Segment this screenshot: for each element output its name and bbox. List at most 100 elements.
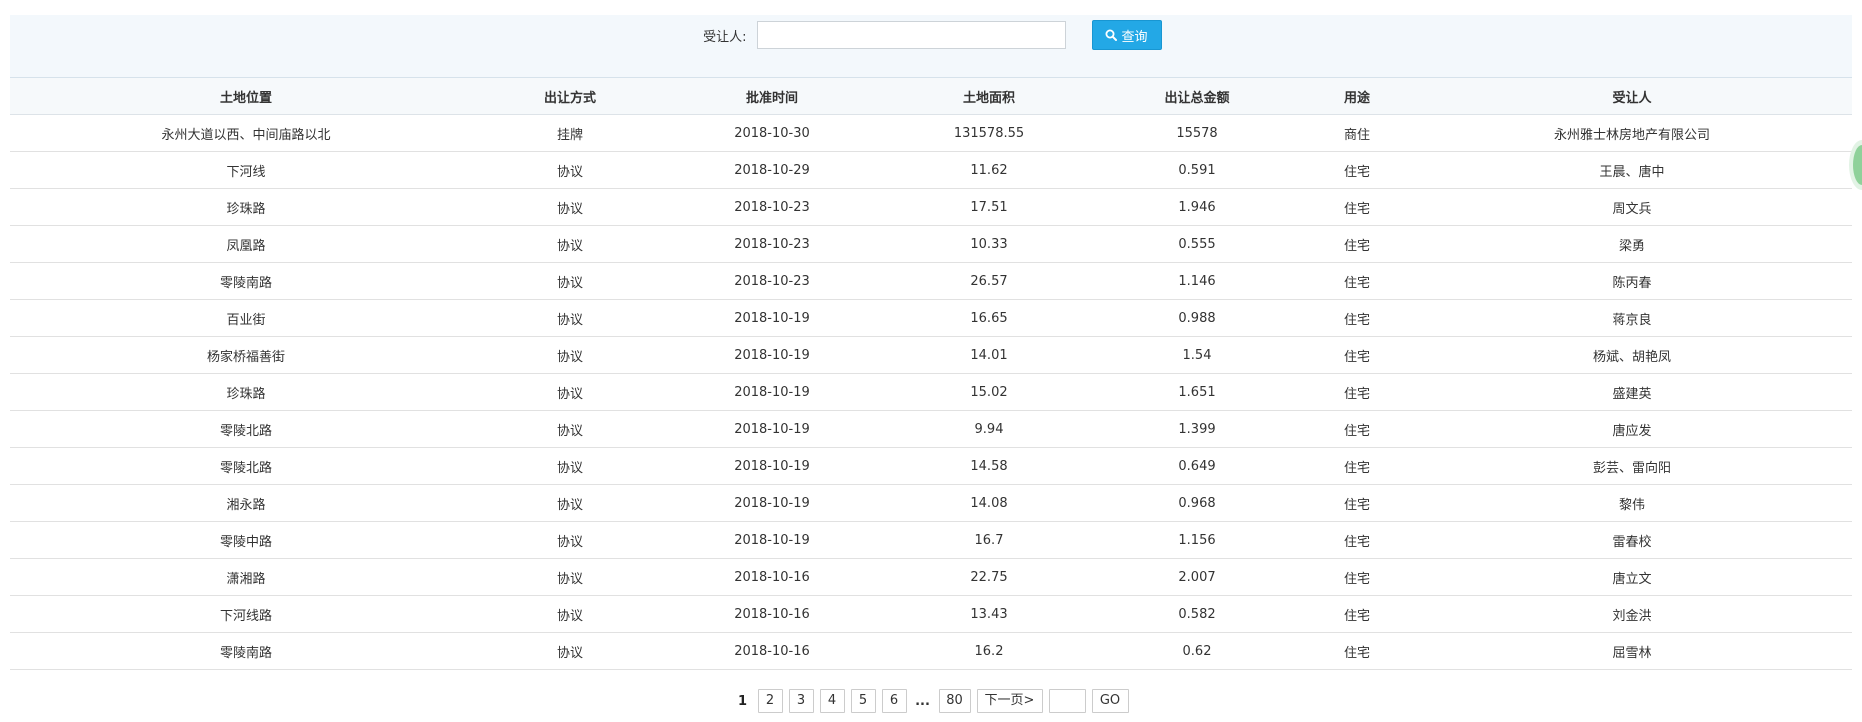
cell-date: 2018-10-19 [734, 310, 810, 326]
cell-transferee: 屈雪林 [1612, 645, 1652, 661]
column-header-use: 用途 [1343, 90, 1370, 106]
cell-location: 珍珠路 [226, 201, 266, 217]
table-row: 珍珠路 协议 2018-10-23 17.51 1.946 住宅 周文兵 [10, 189, 1852, 226]
table-row: 潇湘路 协议 2018-10-16 22.75 2.007 住宅 唐立文 [10, 559, 1852, 596]
cell-method: 协议 [556, 460, 583, 476]
cell-location: 下河线 [226, 164, 266, 180]
cell-area: 9.94 [974, 421, 1004, 437]
cell-amount: 0.555 [1178, 236, 1216, 252]
column-header-transferee: 受让人 [1612, 90, 1652, 106]
cell-amount: 1.651 [1178, 384, 1216, 400]
cell-date: 2018-10-23 [734, 199, 810, 215]
page-link-6[interactable]: 6 [881, 689, 907, 713]
table-row: 杨家桥福善街 协议 2018-10-19 14.01 1.54 住宅 杨斌、胡艳凤 [10, 337, 1852, 374]
cell-area: 26.57 [970, 273, 1008, 289]
transferee-search-input[interactable] [756, 21, 1066, 49]
cell-amount: 0.988 [1178, 310, 1216, 326]
page-link-4[interactable]: 4 [819, 689, 845, 713]
cell-location: 湘永路 [226, 497, 266, 513]
search-button[interactable]: 查询 [1091, 20, 1162, 50]
cell-use: 住宅 [1343, 571, 1370, 587]
cell-date: 2018-10-19 [734, 384, 810, 400]
cell-use: 住宅 [1343, 386, 1370, 402]
cell-amount: 1.399 [1178, 421, 1216, 437]
column-header-method: 出让方式 [543, 90, 596, 106]
cell-date: 2018-10-19 [734, 532, 810, 548]
cell-transferee: 刘金洪 [1612, 608, 1652, 624]
cell-transferee: 唐立文 [1612, 571, 1652, 587]
cell-method: 协议 [556, 312, 583, 328]
cell-use: 住宅 [1343, 645, 1370, 661]
cell-date: 2018-10-19 [734, 458, 810, 474]
cell-area: 22.75 [970, 569, 1008, 585]
cell-use: 商住 [1343, 127, 1370, 143]
cell-area: 14.08 [970, 495, 1008, 511]
cell-date: 2018-10-16 [734, 569, 810, 585]
cell-area: 11.62 [970, 162, 1008, 178]
page-jump-input[interactable] [1048, 689, 1086, 713]
cell-location: 零陵中路 [219, 534, 272, 550]
column-header-amount: 出让总金额 [1164, 90, 1230, 106]
cell-use: 住宅 [1343, 164, 1370, 180]
cell-use: 住宅 [1343, 312, 1370, 328]
cell-amount: 1.946 [1178, 199, 1216, 215]
cell-amount: 1.156 [1178, 532, 1216, 548]
cell-method: 协议 [556, 497, 583, 513]
cell-area: 16.65 [970, 310, 1008, 326]
cell-area: 13.43 [970, 606, 1008, 622]
cell-transferee: 陈丙春 [1612, 275, 1652, 291]
page-link-3[interactable]: 3 [788, 689, 814, 713]
cell-area: 14.01 [970, 347, 1008, 363]
cell-use: 住宅 [1343, 201, 1370, 217]
cell-date: 2018-10-16 [734, 606, 810, 622]
cell-use: 住宅 [1343, 460, 1370, 476]
cell-transferee: 唐应发 [1612, 423, 1652, 439]
cell-area: 15.02 [970, 384, 1008, 400]
cell-date: 2018-10-19 [734, 421, 810, 437]
cell-location: 珍珠路 [226, 386, 266, 402]
table-row: 零陵北路 协议 2018-10-19 14.58 0.649 住宅 彭芸、雷向阳 [10, 448, 1852, 485]
cell-transferee: 永州雅士林房地产有限公司 [1553, 127, 1710, 143]
cell-date: 2018-10-30 [734, 125, 810, 141]
transferee-label: 受让人: [703, 29, 747, 45]
cell-amount: 2.007 [1178, 569, 1216, 585]
table-body: 永州大道以西、中间庙路以北 挂牌 2018-10-30 131578.55 15578 商… [10, 115, 1852, 670]
column-header-location: 土地位置 [219, 90, 272, 106]
table-row: 零陵南路 协议 2018-10-16 16.2 0.62 住宅 屈雪林 [10, 633, 1852, 670]
cell-date: 2018-10-23 [734, 273, 810, 289]
cell-method: 协议 [556, 645, 583, 661]
cell-location: 凤凰路 [226, 238, 266, 254]
cell-area: 17.51 [970, 199, 1008, 215]
page-link-last[interactable]: 80 [938, 689, 971, 713]
cell-area: 14.58 [970, 458, 1008, 474]
cell-transferee: 周文兵 [1612, 201, 1652, 217]
cell-location: 百业街 [226, 312, 266, 328]
go-button[interactable]: GO [1091, 689, 1129, 713]
cell-amount: 0.591 [1178, 162, 1216, 178]
cell-date: 2018-10-23 [734, 236, 810, 252]
cell-amount: 1.146 [1178, 273, 1216, 289]
cell-method: 协议 [556, 608, 583, 624]
cell-amount: 0.62 [1182, 643, 1212, 659]
cell-method: 协议 [556, 571, 583, 587]
cell-transferee: 雷春校 [1612, 534, 1652, 550]
page-link-2[interactable]: 2 [757, 689, 783, 713]
cell-method: 协议 [556, 275, 583, 291]
cell-date: 2018-10-29 [734, 162, 810, 178]
cell-method: 挂牌 [556, 127, 583, 143]
cell-location: 零陵北路 [219, 460, 272, 476]
column-header-date: 批准时间 [745, 90, 798, 106]
cell-area: 16.7 [974, 532, 1004, 548]
cell-transferee: 杨斌、胡艳凤 [1592, 349, 1671, 365]
cell-method: 协议 [556, 386, 583, 402]
cell-method: 协议 [556, 423, 583, 439]
table-row: 零陵北路 协议 2018-10-19 9.94 1.399 住宅 唐应发 [10, 411, 1852, 448]
cell-use: 住宅 [1343, 423, 1370, 439]
page-link-5[interactable]: 5 [850, 689, 876, 713]
cell-transferee: 盛建英 [1612, 386, 1652, 402]
cell-use: 住宅 [1343, 608, 1370, 624]
next-page-button[interactable]: 下一页> [976, 689, 1043, 713]
cell-transferee: 王晨、唐中 [1599, 164, 1665, 180]
table-row: 零陵中路 协议 2018-10-19 16.7 1.156 住宅 雷春校 [10, 522, 1852, 559]
table-row: 零陵南路 协议 2018-10-23 26.57 1.146 住宅 陈丙春 [10, 263, 1852, 300]
